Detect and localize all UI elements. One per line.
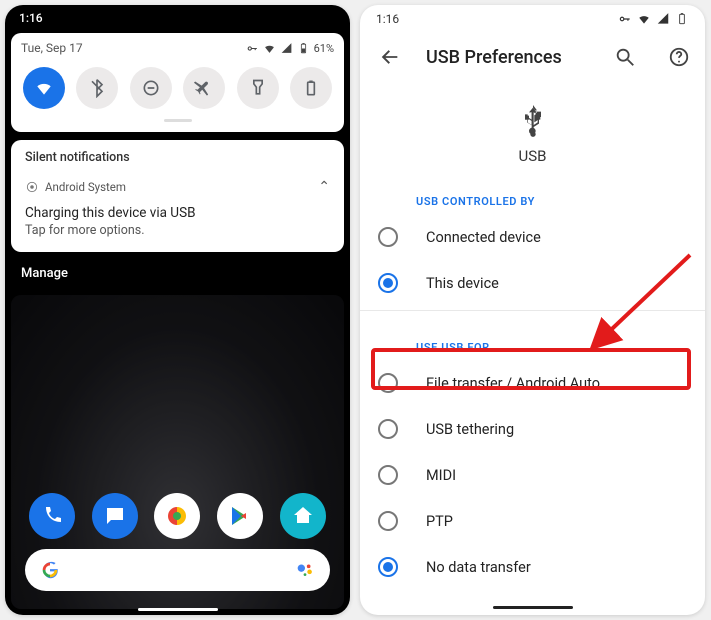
signal-icon	[656, 12, 670, 26]
divider	[360, 310, 705, 311]
battery-icon	[297, 42, 310, 55]
home-wallpaper	[11, 295, 344, 609]
radio-label: File transfer / Android Auto	[426, 375, 600, 392]
search-bar[interactable]	[25, 549, 330, 591]
dock	[11, 493, 344, 539]
messages-app[interactable]	[92, 493, 138, 539]
radio-button[interactable]	[378, 465, 398, 485]
battery-icon	[675, 12, 689, 26]
android-icon	[25, 180, 39, 194]
page-title: USB Preferences	[426, 47, 562, 68]
usb-icon	[517, 105, 549, 137]
radio-label: No data transfer	[426, 559, 531, 576]
usb-hero-label: USB	[360, 147, 705, 165]
radio-usefor-1[interactable]: USB tethering	[360, 406, 705, 452]
radio-usefor-3[interactable]: PTP	[360, 498, 705, 544]
radio-button[interactable]	[378, 511, 398, 531]
tile-wifi[interactable]	[23, 67, 65, 109]
section-controlled-by: USB CONTROLLED BY	[416, 195, 705, 208]
play-store-app[interactable]	[217, 493, 263, 539]
radio-label: This device	[426, 275, 499, 292]
notif-title: Charging this device via USB	[25, 205, 330, 221]
drag-handle[interactable]	[164, 119, 192, 122]
radio-controlled-1[interactable]: This device	[360, 260, 705, 306]
radio-button[interactable]	[378, 227, 398, 247]
notif-subtitle: Tap for more options.	[25, 223, 330, 238]
tile-dnd[interactable]	[130, 67, 172, 109]
radio-label: MIDI	[426, 467, 456, 484]
nav-pill[interactable]	[493, 606, 573, 609]
key-icon	[246, 42, 259, 55]
radio-button[interactable]	[378, 373, 398, 393]
wifi-icon	[263, 42, 276, 55]
statusbar: 1:16	[360, 5, 705, 33]
radio-label: USB tethering	[426, 421, 514, 438]
radio-usefor-0[interactable]: File transfer / Android Auto	[360, 360, 705, 406]
battery-pct: 61%	[314, 42, 334, 55]
signal-icon	[280, 42, 293, 55]
assistant-icon[interactable]	[294, 559, 316, 581]
radio-label: PTP	[426, 513, 453, 530]
manage-button[interactable]: Manage	[5, 252, 350, 295]
usb-hero: USB	[360, 105, 705, 165]
key-icon	[618, 12, 632, 26]
status-icons	[618, 12, 689, 26]
app-bar: USB Preferences	[360, 33, 705, 81]
statusbar: 1:16	[5, 5, 350, 31]
right-phone: 1:16 USB Preferences USB USB CONTROLLED …	[360, 5, 705, 615]
radio-usefor-4[interactable]: No data transfer	[360, 544, 705, 590]
tile-airplane[interactable]	[183, 67, 225, 109]
search-button[interactable]	[607, 39, 643, 75]
home-app[interactable]	[280, 493, 326, 539]
date-label: Tue, Sep 17	[21, 41, 83, 55]
qs-tiles	[21, 67, 334, 109]
radio-button[interactable]	[378, 273, 398, 293]
tile-bluetooth[interactable]	[76, 67, 118, 109]
photos-app[interactable]	[154, 493, 200, 539]
notif-header-row: Android System ⌃	[25, 179, 330, 195]
wifi-icon	[637, 12, 651, 26]
section-use-for: USE USB FOR	[416, 341, 705, 354]
quick-settings-panel[interactable]: Tue, Sep 17 61%	[11, 33, 344, 132]
clock: 1:16	[376, 12, 399, 26]
notification-card[interactable]: Silent notifications Android System ⌃ Ch…	[11, 140, 344, 252]
tile-flashlight[interactable]	[237, 67, 279, 109]
search-icon	[614, 46, 636, 68]
nav-pill[interactable]	[138, 608, 218, 611]
notif-app-label: Android System	[45, 180, 126, 194]
back-button[interactable]	[372, 39, 408, 75]
chevron-up-icon[interactable]: ⌃	[318, 179, 330, 195]
radio-usefor-2[interactable]: MIDI	[360, 452, 705, 498]
radio-button[interactable]	[378, 557, 398, 577]
radio-button[interactable]	[378, 419, 398, 439]
radio-controlled-0[interactable]: Connected device	[360, 214, 705, 260]
arrow-back-icon	[379, 46, 401, 68]
clock: 1:16	[19, 11, 43, 25]
left-phone: 1:16 Tue, Sep 17 61% Silent notification…	[5, 5, 350, 615]
phone-app[interactable]	[29, 493, 75, 539]
help-button[interactable]	[661, 39, 697, 75]
status-icons: 61%	[246, 42, 334, 55]
silent-header: Silent notifications	[25, 150, 330, 165]
radio-label: Connected device	[426, 229, 541, 246]
help-icon	[668, 46, 690, 68]
google-icon	[39, 559, 61, 581]
tile-battery-saver[interactable]	[290, 67, 332, 109]
